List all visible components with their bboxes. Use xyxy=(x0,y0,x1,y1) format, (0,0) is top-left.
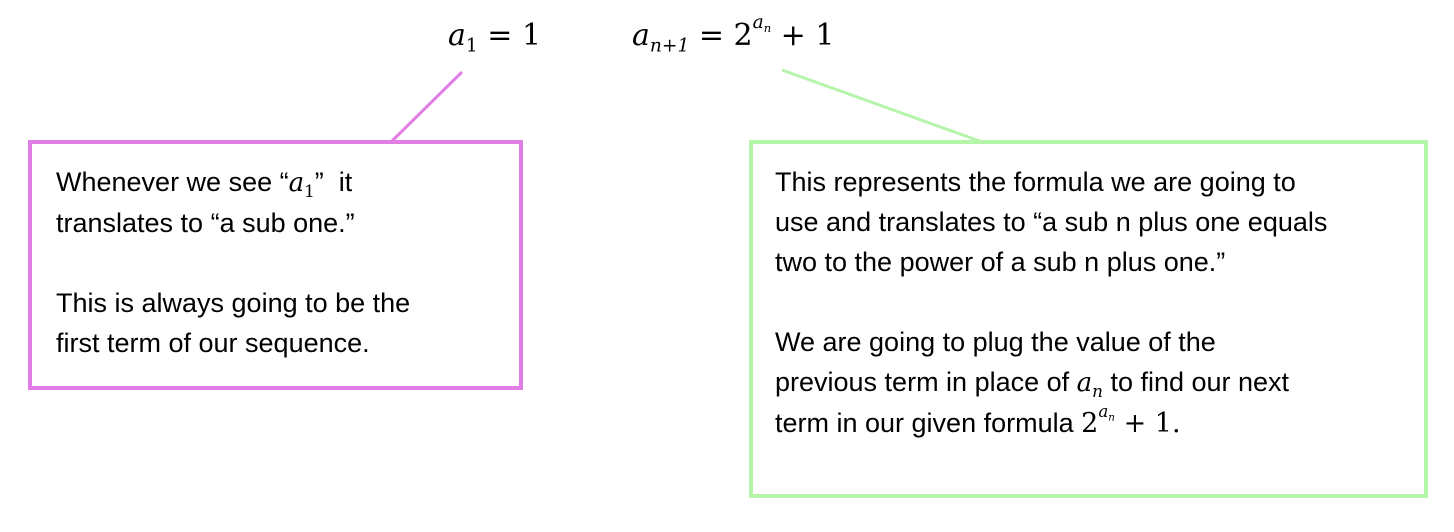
formula-tail: + 1 xyxy=(771,18,835,53)
inline-sub: n xyxy=(1092,380,1103,401)
green-line-1: This represents the formula we are going… xyxy=(775,167,1296,197)
green-line-4: We are going to plug the value of the xyxy=(775,327,1216,357)
inline-sub: 1 xyxy=(304,180,315,201)
green-line-5: previous term in place of an to find our… xyxy=(775,362,1424,403)
text: term in our given formula xyxy=(775,408,1082,438)
inline-exp-var: a xyxy=(1098,400,1109,421)
formula-sub: 1 xyxy=(465,35,478,57)
formula-value: 1 xyxy=(521,18,542,53)
text: + 1. xyxy=(1114,408,1181,439)
pink-connector-line xyxy=(390,70,464,143)
pink-line-3: This is always going to be the xyxy=(56,288,411,318)
first-term-formula: a1 = 1 xyxy=(448,18,542,55)
text: ” it xyxy=(314,167,353,197)
text: Whenever we see “ xyxy=(56,167,289,197)
pink-callout-box: Whenever we see “a1” it translates to “a… xyxy=(28,140,523,390)
formula-eq: = xyxy=(689,18,734,53)
green-line-3: two to the power of a sub n plus one.” xyxy=(775,247,1226,277)
green-connector-line xyxy=(781,68,986,145)
text: to find our next xyxy=(1102,367,1290,397)
formula-sub: n+1 xyxy=(649,35,690,57)
inline-exp-sub: n xyxy=(1108,411,1115,424)
pink-line-4: first term of our sequence. xyxy=(56,328,370,358)
pink-line-2: translates to “a sub one.” xyxy=(56,208,355,238)
green-line-2: use and translates to “a sub n plus one … xyxy=(775,207,1328,237)
formula-base: 2 xyxy=(733,18,753,53)
formula-eq: = xyxy=(477,18,522,53)
recursive-formula: an+1 = 2an + 1 xyxy=(632,13,835,55)
inline-var: a xyxy=(288,168,305,198)
formula-var: a xyxy=(632,18,650,53)
green-line-6: term in our given formula 2an + 1. xyxy=(775,403,1424,444)
inline-var: a xyxy=(1076,368,1093,398)
green-callout-box: This represents the formula we are going… xyxy=(749,140,1428,498)
formula-var: a xyxy=(448,18,466,53)
text: previous term in place of xyxy=(775,367,1077,397)
formula-exp-sub: n xyxy=(763,21,772,36)
pink-line-1: Whenever we see “a1” it xyxy=(56,162,519,203)
inline-base: 2 xyxy=(1081,408,1099,439)
formula-exp-var: a xyxy=(752,12,764,34)
